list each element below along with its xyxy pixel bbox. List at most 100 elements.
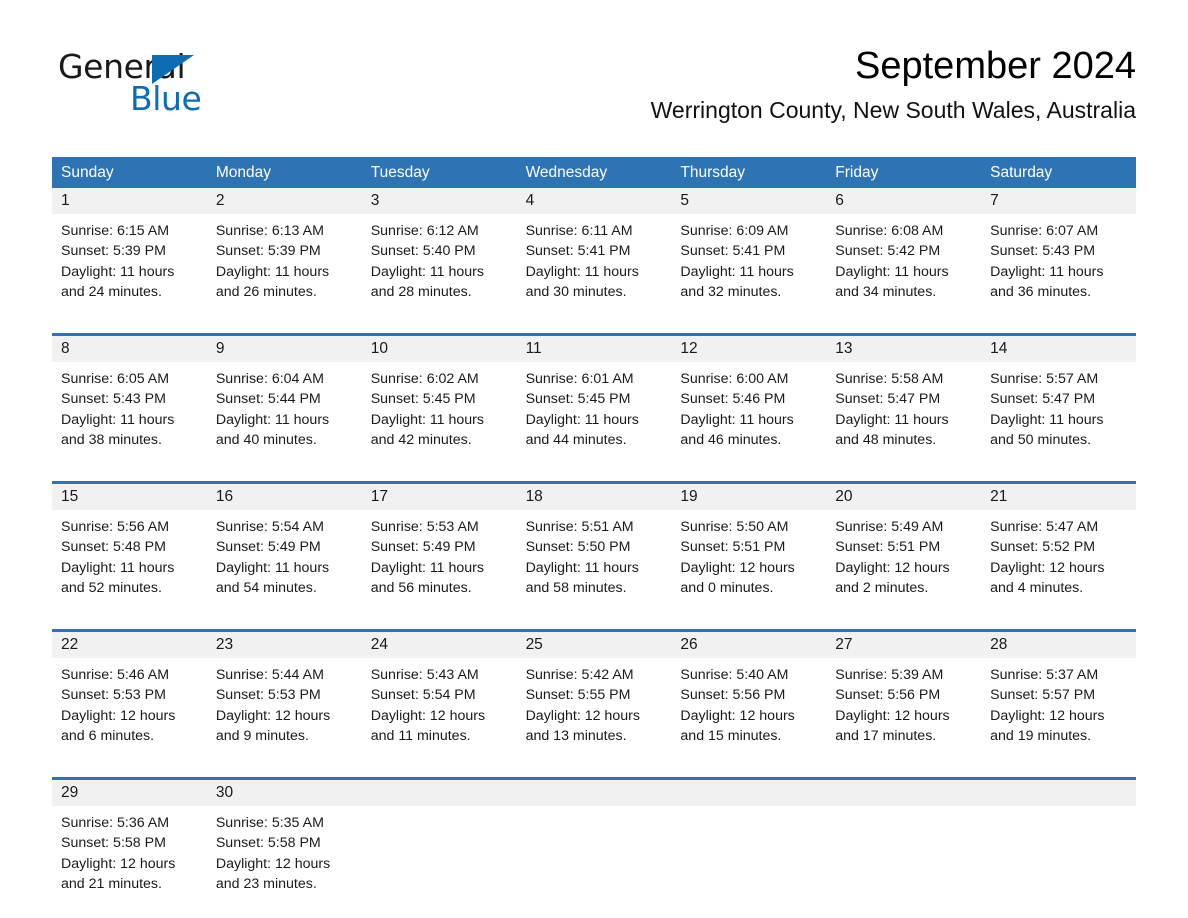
day-number[interactable]: 21 bbox=[981, 489, 1136, 505]
day-cell[interactable]: Sunrise: 6:12 AM Sunset: 5:40 PM Dayligh… bbox=[362, 221, 517, 317]
day-cell[interactable]: Sunrise: 5:37 AM Sunset: 5:57 PM Dayligh… bbox=[981, 665, 1136, 761]
sunset-text: Sunset: 5:39 PM bbox=[215, 243, 321, 260]
daylight-text-line1: Daylight: 12 hours bbox=[215, 855, 331, 872]
day-number[interactable]: 10 bbox=[362, 341, 517, 357]
day-number[interactable]: 19 bbox=[671, 489, 826, 505]
week-detail-row: Sunrise: 5:36 AM Sunset: 5:58 PM Dayligh… bbox=[52, 806, 1136, 909]
sunset-text: Sunset: 5:51 PM bbox=[680, 539, 786, 556]
day-cell[interactable]: Sunrise: 5:40 AM Sunset: 5:56 PM Dayligh… bbox=[671, 665, 826, 761]
day-cell[interactable]: Sunrise: 5:58 AM Sunset: 5:47 PM Dayligh… bbox=[826, 369, 981, 465]
day-cell[interactable]: Sunrise: 5:53 AM Sunset: 5:49 PM Dayligh… bbox=[362, 517, 517, 613]
daylight-text-line2: and 40 minutes. bbox=[215, 431, 317, 448]
day-cell[interactable]: Sunrise: 5:36 AM Sunset: 5:58 PM Dayligh… bbox=[52, 813, 207, 909]
day-number[interactable]: 26 bbox=[671, 637, 826, 653]
day-cell[interactable]: Sunrise: 5:54 AM Sunset: 5:49 PM Dayligh… bbox=[207, 517, 362, 613]
day-number[interactable]: 9 bbox=[207, 341, 362, 357]
day-cell[interactable]: Sunrise: 6:04 AM Sunset: 5:44 PM Dayligh… bbox=[207, 369, 362, 465]
day-cell[interactable]: Sunrise: 5:56 AM Sunset: 5:48 PM Dayligh… bbox=[52, 517, 207, 613]
day-number[interactable]: 17 bbox=[362, 489, 517, 505]
day-number[interactable]: 12 bbox=[671, 341, 826, 357]
day-number[interactable]: 5 bbox=[671, 193, 826, 209]
sunrise-text: Sunrise: 5:40 AM bbox=[680, 667, 789, 683]
week-date-band: 1 2 3 4 5 6 7 bbox=[52, 188, 1136, 214]
day-number[interactable]: 27 bbox=[826, 637, 981, 653]
day-cell[interactable]: Sunrise: 6:09 AM Sunset: 5:41 PM Dayligh… bbox=[671, 221, 826, 317]
day-number[interactable]: 18 bbox=[517, 489, 672, 505]
day-cell[interactable]: Sunrise: 5:43 AM Sunset: 5:54 PM Dayligh… bbox=[362, 665, 517, 761]
day-number[interactable]: 22 bbox=[52, 637, 207, 653]
day-cell[interactable]: Sunrise: 5:57 AM Sunset: 5:47 PM Dayligh… bbox=[981, 369, 1136, 465]
daylight-text-line2: and 56 minutes. bbox=[370, 579, 472, 596]
day-cell[interactable]: Sunrise: 5:51 AM Sunset: 5:50 PM Dayligh… bbox=[517, 517, 672, 613]
day-cell[interactable]: Sunrise: 6:07 AM Sunset: 5:43 PM Dayligh… bbox=[981, 221, 1136, 317]
day-number[interactable]: 1 bbox=[52, 193, 207, 209]
week-date-band: 29 30 bbox=[52, 780, 1136, 806]
day-cell-empty bbox=[517, 813, 672, 909]
day-number[interactable]: 7 bbox=[981, 193, 1136, 209]
day-cell[interactable]: Sunrise: 6:01 AM Sunset: 5:45 PM Dayligh… bbox=[517, 369, 672, 465]
day-cell[interactable]: Sunrise: 5:50 AM Sunset: 5:51 PM Dayligh… bbox=[671, 517, 826, 613]
day-cell[interactable]: Sunrise: 6:00 AM Sunset: 5:46 PM Dayligh… bbox=[671, 369, 826, 465]
sunrise-text: Sunrise: 6:04 AM bbox=[215, 371, 324, 387]
daylight-text-line2: and 50 minutes. bbox=[990, 431, 1092, 448]
day-number[interactable]: 29 bbox=[52, 785, 207, 801]
day-number[interactable]: 2 bbox=[207, 193, 362, 209]
day-cell[interactable]: Sunrise: 5:49 AM Sunset: 5:51 PM Dayligh… bbox=[826, 517, 981, 613]
day-cell[interactable]: Sunrise: 5:42 AM Sunset: 5:55 PM Dayligh… bbox=[517, 665, 672, 761]
day-number[interactable]: 16 bbox=[207, 489, 362, 505]
weekday-header-tuesday: Tuesday bbox=[370, 163, 430, 181]
day-number[interactable]: 28 bbox=[981, 637, 1136, 653]
day-cell[interactable]: Sunrise: 6:08 AM Sunset: 5:42 PM Dayligh… bbox=[826, 221, 981, 317]
daylight-text-line2: and 6 minutes. bbox=[61, 727, 155, 744]
generalblue-logo[interactable]: General Blue bbox=[58, 50, 298, 122]
sunrise-text: Sunrise: 6:02 AM bbox=[370, 371, 479, 387]
day-cell[interactable]: Sunrise: 5:47 AM Sunset: 5:52 PM Dayligh… bbox=[981, 517, 1136, 613]
day-number[interactable]: 11 bbox=[517, 341, 672, 357]
calendar-page: General Blue September 2024 Werrington C… bbox=[0, 0, 1188, 918]
day-cell[interactable]: Sunrise: 6:05 AM Sunset: 5:43 PM Dayligh… bbox=[52, 369, 207, 465]
day-cell[interactable]: Sunrise: 6:13 AM Sunset: 5:39 PM Dayligh… bbox=[207, 221, 362, 317]
daylight-text-line1: Daylight: 12 hours bbox=[525, 707, 640, 724]
day-number[interactable]: 13 bbox=[826, 341, 981, 357]
day-number[interactable]: 30 bbox=[207, 785, 362, 801]
daylight-text-line2: and 42 minutes. bbox=[370, 431, 472, 448]
sunset-text: Sunset: 5:50 PM bbox=[525, 539, 631, 556]
day-cell[interactable]: Sunrise: 5:35 AM Sunset: 5:58 PM Dayligh… bbox=[207, 813, 362, 909]
sunrise-text: Sunrise: 6:13 AM bbox=[215, 223, 324, 239]
sunset-text: Sunset: 5:41 PM bbox=[680, 243, 786, 260]
sunset-text: Sunset: 5:48 PM bbox=[61, 539, 166, 556]
day-number[interactable]: 4 bbox=[517, 193, 672, 209]
calendar-week-row: 1 2 3 4 5 6 7 Sunrise: 6:15 AM Sunset: 5… bbox=[52, 188, 1136, 317]
day-number[interactable]: 24 bbox=[362, 637, 517, 653]
day-cell[interactable]: Sunrise: 6:11 AM Sunset: 5:41 PM Dayligh… bbox=[517, 221, 672, 317]
day-number[interactable]: 20 bbox=[826, 489, 981, 505]
weekday-header-thursday: Thursday bbox=[680, 163, 746, 181]
day-cell[interactable]: Sunrise: 6:02 AM Sunset: 5:45 PM Dayligh… bbox=[362, 369, 517, 465]
calendar-week-row: 29 30 Sunrise: 5:36 AM Sunset: 5:58 PM D… bbox=[52, 777, 1136, 909]
page-title: September 2024 bbox=[855, 45, 1136, 87]
weekday-header-monday: Monday bbox=[215, 163, 271, 181]
sunrise-text: Sunrise: 5:50 AM bbox=[680, 519, 789, 535]
day-cell[interactable]: Sunrise: 5:46 AM Sunset: 5:53 PM Dayligh… bbox=[52, 665, 207, 761]
daylight-text-line1: Daylight: 12 hours bbox=[835, 707, 950, 724]
day-cell[interactable]: Sunrise: 6:15 AM Sunset: 5:39 PM Dayligh… bbox=[52, 221, 207, 317]
sunrise-text: Sunrise: 5:39 AM bbox=[835, 667, 944, 683]
daylight-text-line2: and 11 minutes. bbox=[370, 727, 471, 744]
day-number[interactable]: 3 bbox=[362, 193, 517, 209]
day-number[interactable]: 8 bbox=[52, 341, 207, 357]
day-cell[interactable]: Sunrise: 5:39 AM Sunset: 5:56 PM Dayligh… bbox=[826, 665, 981, 761]
day-number[interactable]: 25 bbox=[517, 637, 672, 653]
day-number[interactable]: 23 bbox=[207, 637, 362, 653]
sunset-text: Sunset: 5:51 PM bbox=[835, 539, 941, 556]
week-date-band: 15 16 17 18 19 20 21 bbox=[52, 484, 1136, 510]
daylight-text-line1: Daylight: 11 hours bbox=[525, 411, 639, 428]
day-cell[interactable]: Sunrise: 5:44 AM Sunset: 5:53 PM Dayligh… bbox=[207, 665, 362, 761]
day-number[interactable]: 6 bbox=[826, 193, 981, 209]
daylight-text-line1: Daylight: 12 hours bbox=[215, 707, 331, 724]
daylight-text-line1: Daylight: 12 hours bbox=[61, 707, 176, 724]
sunset-text: Sunset: 5:54 PM bbox=[370, 687, 476, 704]
day-number[interactable]: 15 bbox=[52, 489, 207, 505]
calendar-week-row: 22 23 24 25 26 27 28 Sunrise: 5:46 AM Su… bbox=[52, 629, 1136, 761]
sunset-text: Sunset: 5:57 PM bbox=[990, 687, 1096, 704]
day-number[interactable]: 14 bbox=[981, 341, 1136, 357]
